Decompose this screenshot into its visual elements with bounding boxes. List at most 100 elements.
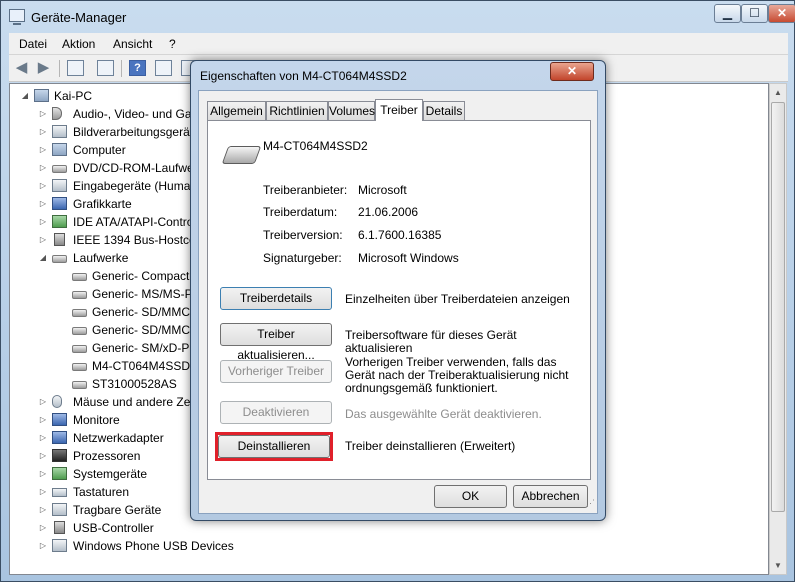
toolbar-separator [59, 60, 60, 77]
toolbar-separator [121, 60, 122, 77]
menu-aktion[interactable]: Aktion [62, 37, 95, 51]
close-button[interactable]: ✕ [768, 4, 795, 23]
ok-button[interactable]: OK [434, 485, 507, 508]
tree-item[interactable]: ◢ Laufwerke [10, 249, 190, 267]
disk-drive-icon [52, 255, 67, 263]
dialog-close-button[interactable]: ✕ [550, 62, 594, 81]
tree-item-drive[interactable]: Generic- Compact Flash USB Device [10, 267, 290, 285]
digital-signer-label: Signaturgeber: [263, 251, 342, 265]
tree-item[interactable]: ▷ Windows Phone USB Devices [10, 537, 234, 555]
tree-item[interactable]: ▷ Netzwerkadapter [10, 429, 190, 447]
collapse-icon[interactable]: ◢ [38, 249, 48, 267]
expand-icon[interactable]: ▷ [38, 429, 48, 447]
tree-item[interactable]: ▷ Grafikkarte [10, 195, 190, 213]
tree-item-label: Monitore [73, 413, 120, 427]
expand-icon[interactable]: ▷ [38, 123, 48, 141]
tree-item-drive[interactable]: Generic- SD/MMC/MS PRO USB Device [10, 321, 309, 339]
tree-item-drive[interactable]: Generic- MS/MS-Pro USB Device [10, 285, 271, 303]
expand-icon[interactable]: ▷ [38, 177, 48, 195]
action-pane-icon[interactable] [155, 60, 172, 76]
menu-help[interactable]: ? [169, 37, 176, 51]
tab-treiber[interactable]: Treiber [375, 99, 423, 121]
tree-item-label: Bildverarbeitungsgeräte [73, 125, 200, 139]
update-driver-button[interactable]: Treiber aktualisieren... [220, 323, 332, 362]
tree-item-drive[interactable]: Generic- SD/MMC USB Device [10, 303, 258, 321]
tree-item[interactable]: ▷ Tragbare Geräte [10, 501, 190, 519]
driver-date-label: Treiberdatum: [263, 205, 338, 219]
minimize-button[interactable]: ▁ [714, 4, 741, 23]
vertical-scrollbar[interactable]: ▲ ▼ [769, 83, 787, 575]
speaker-icon [52, 107, 62, 120]
tree-item[interactable]: ▷ Eingabegeräte (Human Interface Devices… [10, 177, 297, 195]
tree-item[interactable]: ▷ USB-Controller [10, 519, 190, 537]
disk-drive-icon [221, 146, 262, 164]
computer-icon [52, 143, 67, 156]
properties-icon[interactable] [97, 60, 114, 76]
collapse-icon[interactable]: ◢ [20, 87, 30, 105]
help-icon[interactable]: ? [129, 60, 146, 76]
tree-item[interactable]: ▷ Bildverarbeitungsgeräte [10, 123, 200, 141]
tree-item[interactable]: ▷ Systemgeräte [10, 465, 190, 483]
scroll-up-arrow-icon[interactable]: ▲ [770, 84, 786, 101]
tree-item-label: Laufwerke [73, 251, 129, 265]
resize-grip-icon[interactable]: ⋰ [586, 498, 596, 508]
device-manager-icon [9, 9, 25, 25]
optical-drive-icon [52, 165, 67, 173]
back-arrow-icon[interactable]: ◀ [13, 60, 30, 76]
menu-ansicht[interactable]: Ansicht [113, 37, 152, 51]
expand-icon[interactable]: ▷ [38, 483, 48, 501]
show-hide-console-tree-icon[interactable] [67, 60, 84, 76]
tree-item-label: Tastaturen [73, 485, 130, 499]
expand-icon[interactable]: ▷ [38, 519, 48, 537]
expand-icon[interactable]: ▷ [38, 411, 48, 429]
tree-item[interactable]: ▷ Computer [10, 141, 190, 159]
tab-volumes[interactable]: Volumes [328, 101, 375, 120]
expand-icon[interactable]: ▷ [38, 537, 48, 555]
tree-item[interactable]: ▷ DVD/CD-ROM-Laufwerke [10, 159, 210, 177]
update-driver-description: Treibersoftware für dieses Gerät aktuali… [345, 328, 517, 355]
expand-icon[interactable]: ▷ [38, 105, 48, 123]
disk-drive-icon [72, 345, 87, 353]
tree-item[interactable]: ▷ IEEE 1394 Bus-Hostcontroller [10, 231, 232, 249]
expand-icon[interactable]: ▷ [38, 447, 48, 465]
tab-allgemein[interactable]: Allgemein [207, 101, 266, 120]
tree-item[interactable]: ▷ IDE ATA/ATAPI-Controller [10, 213, 209, 231]
driver-details-button[interactable]: Treiberdetails [220, 287, 332, 310]
tree-item[interactable]: ▷ Monitore [10, 411, 190, 429]
expand-icon[interactable]: ▷ [38, 465, 48, 483]
forward-arrow-icon[interactable]: ▶ [35, 60, 52, 76]
tree-item-drive[interactable]: Generic- SM/xD-Picture USB Device [10, 339, 287, 357]
driver-provider-label: Treiberanbieter: [263, 183, 348, 197]
expand-icon[interactable]: ▷ [38, 501, 48, 519]
expand-icon[interactable]: ▷ [38, 141, 48, 159]
tree-item-drive[interactable]: M4-CT064M4SSD2 [10, 357, 197, 375]
expand-icon[interactable]: ▷ [38, 393, 48, 411]
menu-datei[interactable]: Datei [19, 37, 47, 51]
cancel-button[interactable]: Abbrechen [513, 485, 588, 508]
tree-item[interactable]: ▷ Mäuse und andere Zeigegeräte [10, 393, 240, 411]
digital-signer-value: Microsoft Windows [358, 251, 459, 265]
disable-button[interactable]: Deaktivieren [220, 401, 332, 424]
tree-item[interactable]: ▷ Audio-, Video- und Gamecontroller [10, 105, 258, 123]
roll-back-driver-button[interactable]: Vorheriger Treiber [220, 360, 332, 383]
expand-icon[interactable]: ▷ [38, 213, 48, 231]
expand-icon[interactable]: ▷ [38, 159, 48, 177]
scroll-down-arrow-icon[interactable]: ▼ [770, 557, 786, 574]
title-bar[interactable]: Geräte-Manager ▁ ☐ ✕ [1, 1, 795, 31]
driver-date-value: 21.06.2006 [358, 205, 419, 219]
tree-item-label: Grafikkarte [73, 197, 132, 211]
maximize-button[interactable]: ☐ [741, 4, 768, 23]
tree-item-drive[interactable]: ST31000528AS [10, 375, 190, 393]
tree-item[interactable]: ▷ Tastaturen [10, 483, 190, 501]
display-adapter-icon [52, 197, 67, 210]
tree-item[interactable]: ▷ Prozessoren [10, 447, 190, 465]
scrollbar-thumb[interactable] [771, 102, 785, 512]
tab-richtlinien[interactable]: Richtlinien [266, 101, 328, 120]
expand-icon[interactable]: ▷ [38, 231, 48, 249]
tab-details[interactable]: Details [423, 101, 465, 120]
tree-root[interactable]: ◢ Kai-PC [10, 87, 190, 105]
disk-drive-icon [72, 327, 87, 335]
tree-item-label: ST31000528AS [92, 377, 177, 391]
tree-item-label: Prozessoren [73, 449, 141, 463]
expand-icon[interactable]: ▷ [38, 195, 48, 213]
